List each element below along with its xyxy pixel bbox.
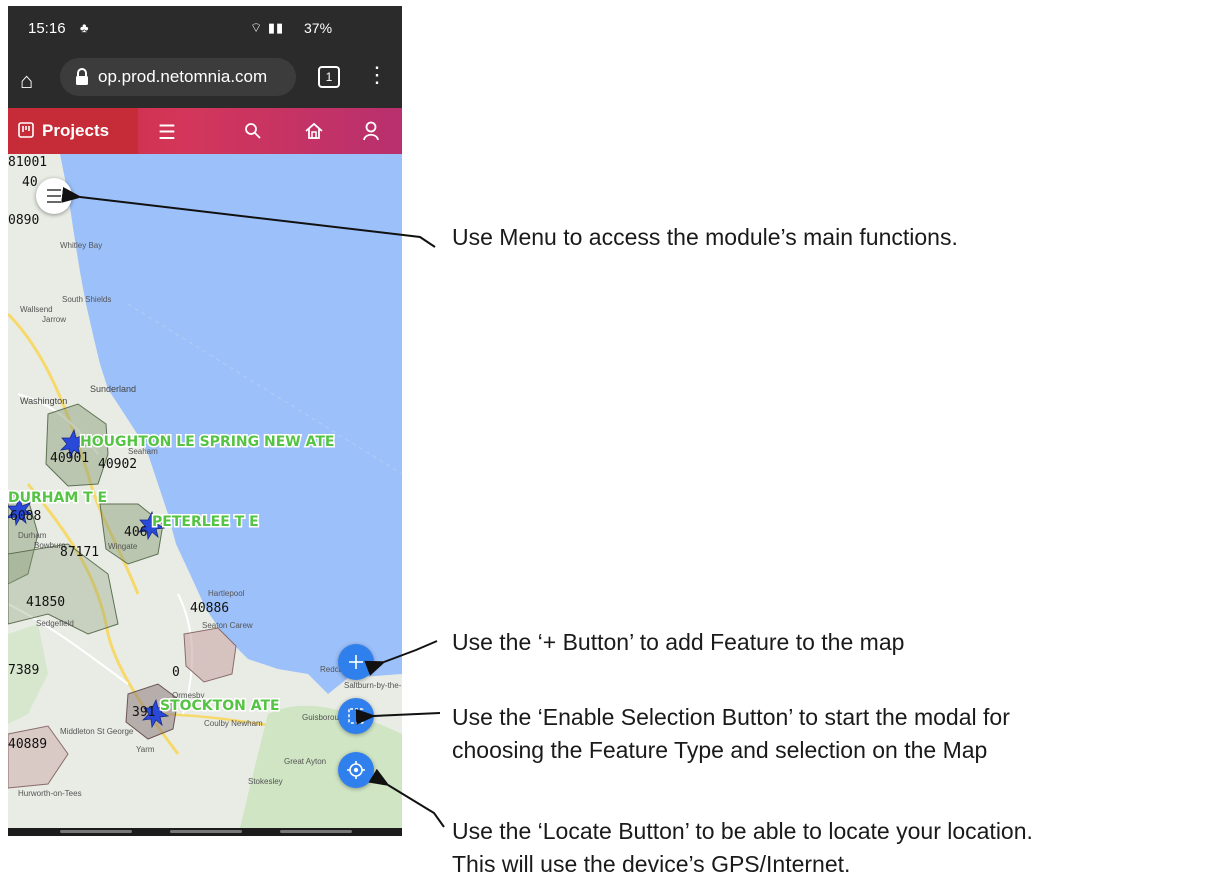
menu-arrow — [61, 186, 436, 248]
menu-annotation: Use Menu to access the module’s main fun… — [452, 224, 958, 250]
locate-annotation-line1: Use the ‘Locate Button’ to be able to lo… — [452, 818, 1033, 844]
add-annotation: Use the ‘+ Button’ to add Feature to the… — [452, 629, 905, 655]
selection-annotation-line1: Use the ‘Enable Selection Button’ to sta… — [452, 704, 1010, 730]
locate-arrow — [368, 768, 445, 828]
locate-annotation-line2: This will use the device’s GPS/Internet. — [452, 851, 851, 877]
add-arrow — [364, 640, 438, 676]
selection-annotation-line2: choosing the Feature Type and selection … — [452, 737, 988, 763]
selection-arrow — [355, 708, 441, 725]
